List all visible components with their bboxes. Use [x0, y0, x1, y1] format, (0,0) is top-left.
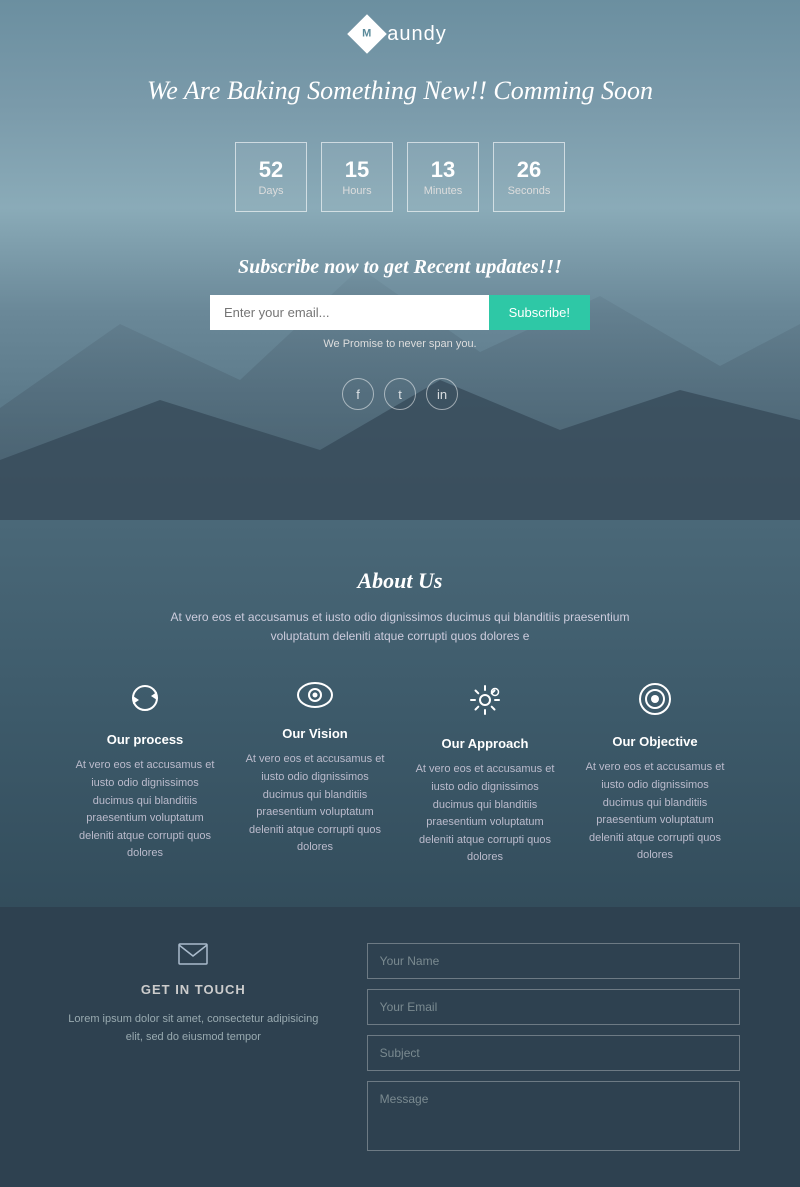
about-description: At vero eos et accusamus et iusto odio d… [150, 608, 650, 646]
feature-vision: Our Vision At vero eos et accusamus et i… [230, 682, 400, 867]
contact-subject-input[interactable] [367, 1035, 740, 1071]
twitter-icon[interactable]: t [384, 378, 416, 410]
seconds-value: 26 [517, 157, 541, 183]
countdown-timer: 52 Days 15 Hours 13 Minutes 26 Seconds [235, 142, 565, 212]
logo-diamond: M [347, 14, 387, 54]
subscribe-section: Subscribe now to get Recent updates!!! S… [210, 256, 590, 350]
subscribe-title: Subscribe now to get Recent updates!!! [238, 256, 562, 279]
feature-vision-text: At vero eos et accusamus et iusto odio d… [240, 751, 390, 857]
contact-message-input[interactable] [367, 1081, 740, 1151]
hours-label: Hours [342, 185, 371, 197]
countdown-minutes: 13 Minutes [407, 142, 479, 212]
hours-value: 15 [345, 157, 369, 183]
countdown-days: 52 Days [235, 142, 307, 212]
refresh-icon [129, 682, 161, 720]
linkedin-icon[interactable]: in [426, 378, 458, 410]
subscribe-note: We Promise to never span you. [323, 338, 476, 350]
feature-approach: Our Approach At vero eos et accusamus et… [400, 682, 570, 867]
get-in-touch-panel: GET IN TOUCH Lorem ipsum dolor sit amet,… [60, 943, 327, 1151]
mail-icon [178, 943, 208, 972]
about-title: About Us [358, 568, 443, 594]
countdown-hours: 15 Hours [321, 142, 393, 212]
logo-wrap: M aundy [353, 20, 447, 48]
feature-process-text: At vero eos et accusamus et iusto odio d… [70, 757, 220, 863]
feature-objective: Our Objective At vero eos et accusamus e… [570, 682, 740, 867]
hero-section: M aundy We Are Baking Something New!! Co… [0, 0, 800, 520]
get-in-touch-text: Lorem ipsum dolor sit amet, consectetur … [60, 1011, 327, 1046]
target-icon [638, 682, 672, 722]
contact-form [367, 943, 740, 1151]
page-headline: We Are Baking Something New!! Comming So… [147, 76, 653, 106]
feature-approach-text: At vero eos et accusamus et iusto odio d… [410, 761, 560, 867]
email-input[interactable] [210, 295, 489, 330]
days-value: 52 [259, 157, 283, 183]
contact-email-input[interactable] [367, 989, 740, 1025]
get-in-touch-title: GET IN TOUCH [141, 982, 246, 997]
contact-name-input[interactable] [367, 943, 740, 979]
minutes-value: 13 [431, 157, 455, 183]
settings-icon [467, 682, 503, 724]
feature-vision-title: Our Vision [282, 726, 348, 741]
seconds-label: Seconds [508, 185, 551, 197]
minutes-label: Minutes [424, 185, 463, 197]
feature-objective-text: At vero eos et accusamus et iusto odio d… [580, 759, 730, 865]
feature-objective-title: Our Objective [612, 734, 697, 749]
about-section: About Us At vero eos et accusamus et ius… [0, 520, 800, 907]
eye-icon [297, 682, 333, 714]
countdown-seconds: 26 Seconds [493, 142, 565, 212]
feature-approach-title: Our Approach [442, 736, 529, 751]
logo-letter: M [363, 28, 372, 40]
logo-name: aundy [387, 23, 447, 46]
days-label: Days [258, 185, 283, 197]
bottom-section: GET IN TOUCH Lorem ipsum dolor sit amet,… [0, 907, 800, 1187]
feature-process-title: Our process [107, 732, 184, 747]
facebook-icon[interactable]: f [342, 378, 374, 410]
subscribe-button[interactable]: Subscribe! [489, 295, 590, 330]
feature-process: Our process At vero eos et accusamus et … [60, 682, 230, 867]
social-icons-row: f t in [342, 378, 458, 410]
features-row: Our process At vero eos et accusamus et … [60, 682, 740, 867]
subscribe-form: Subscribe! [210, 295, 590, 330]
